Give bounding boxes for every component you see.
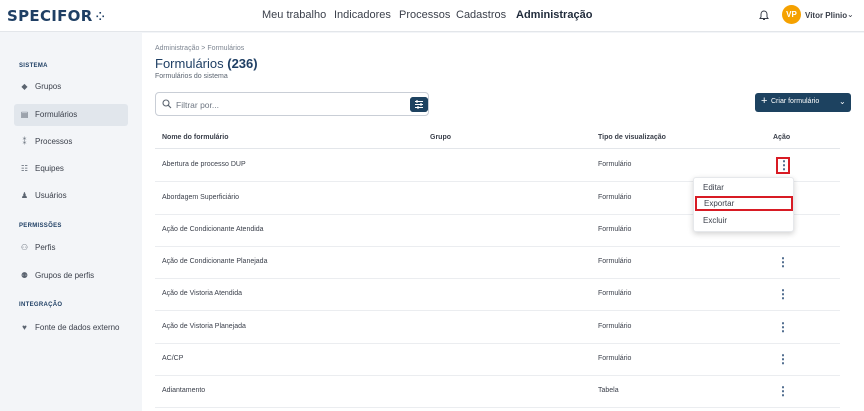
nav-cadastros[interactable]: Cadastros — [456, 9, 506, 21]
sidebar-item-label: Grupos — [35, 82, 62, 91]
form-name: Abertura de processo DUP — [162, 161, 246, 168]
sidebar-item-fonte-de-dados-externo[interactable]: ♥ Fonte de dados externo — [14, 317, 128, 339]
more-actions-icon[interactable]: ⋮ — [776, 351, 790, 368]
menu-item-excluir[interactable]: Excluir — [695, 213, 793, 228]
sidebar-section-sistema: SISTEMA — [19, 63, 48, 69]
form-name: Ação de Condicionante Atendida — [162, 226, 264, 233]
plus-icon: + — [761, 95, 768, 107]
form-name: Abordagem Superficiário — [162, 194, 240, 201]
menu-item-editar[interactable]: Editar — [695, 180, 793, 195]
table-row[interactable]: AC/CP Formulário ⋮ — [155, 343, 840, 376]
filter-icon[interactable] — [410, 97, 428, 112]
col-grupo[interactable]: Grupo — [430, 134, 451, 141]
nav-administracao[interactable]: Administração — [516, 9, 592, 21]
menu-item-label: Excluir — [703, 216, 728, 225]
page-title-count: (236) — [227, 56, 258, 71]
menu-item-exportar[interactable]: Exportar — [695, 196, 793, 211]
sidebar-item-label: Perfis — [35, 243, 56, 252]
more-actions-icon[interactable]: ⋮ — [776, 254, 790, 271]
more-actions-icon[interactable]: ⋮ — [776, 319, 790, 336]
chevron-down-icon: ⌄ — [839, 97, 846, 106]
breadcrumb: Administração > Formulários — [155, 45, 245, 52]
col-tipo[interactable]: Tipo de visualização — [598, 134, 666, 141]
menu-item-label: Exportar — [704, 199, 735, 208]
table-row[interactable]: Ação de Condicionante Planejada Formulár… — [155, 246, 840, 279]
profile-icon: ⚇ — [20, 243, 29, 252]
more-actions-icon[interactable]: ⋮ — [776, 383, 790, 400]
sidebar-item-label: Equipes — [35, 164, 64, 173]
sidebar-item-formularios[interactable]: ▤ Formulários — [14, 104, 128, 126]
sidebar-item-grupos-de-perfis[interactable]: ⚉ Grupos de perfis — [14, 265, 128, 287]
sidebar-section-integracao: INTEGRAÇÃO — [19, 302, 63, 308]
bell-icon[interactable] — [759, 10, 769, 21]
create-form-label: Criar formulário — [771, 98, 820, 105]
menu-item-label: Editar — [703, 183, 724, 192]
form-type: Formulário — [598, 355, 632, 362]
table-row[interactable]: Adiantamento Tabela ⋮ — [155, 375, 840, 408]
form-type: Formulário — [598, 258, 632, 265]
form-name: Ação de Vistoria Planejada — [162, 323, 246, 330]
form-type: Formulário — [598, 226, 632, 233]
sidebar-section-permissoes: PERMISSÕES — [19, 223, 62, 229]
col-nome[interactable]: Nome do formulário — [162, 134, 229, 141]
search-icon — [162, 99, 172, 109]
form-type: Tabela — [598, 387, 619, 394]
form-name: AC/CP — [162, 355, 184, 362]
sidebar: SISTEMA ◆ Grupos ▤ Formulários ⁑ Process… — [0, 33, 141, 411]
profile-group-icon: ⚉ — [20, 271, 29, 280]
row-actions-menu: Editar Exportar Excluir — [693, 177, 794, 232]
sidebar-item-label: Fonte de dados externo — [35, 323, 120, 332]
sidebar-item-usuarios[interactable]: ♟ Usuários — [14, 185, 128, 207]
page-title: Formulários (236) — [155, 56, 258, 71]
form-type: Formulário — [598, 290, 632, 297]
sidebar-item-label: Grupos de perfis — [35, 271, 95, 280]
main-nav: Meu trabalho Indicadores Processos Cadas… — [0, 9, 864, 25]
user-icon: ♟ — [20, 191, 29, 200]
more-actions-icon[interactable]: ⋮ — [776, 286, 790, 303]
sidebar-item-label: Processos — [35, 137, 73, 146]
page-title-text: Formulários — [155, 56, 224, 71]
clipboard-icon: ▤ — [20, 110, 29, 119]
flow-icon: ⁑ — [22, 137, 27, 146]
nav-indicadores[interactable]: Indicadores — [334, 9, 391, 21]
user-avatar[interactable]: VP — [782, 5, 801, 24]
nav-meu-trabalho[interactable]: Meu trabalho — [262, 9, 326, 21]
user-name[interactable]: Vitor Plinio — [805, 11, 847, 20]
tag-icon: ◆ — [21, 82, 28, 91]
chevron-down-icon[interactable]: ⌄ — [847, 10, 854, 19]
create-form-button[interactable]: + Criar formulário ⌄ — [755, 93, 851, 112]
team-icon: ☷ — [20, 164, 29, 173]
plug-icon: ♥ — [22, 323, 27, 332]
sidebar-item-label: Formulários — [35, 110, 78, 119]
form-name: Ação de Vistoria Atendida — [162, 290, 243, 297]
sidebar-item-perfis[interactable]: ⚇ Perfis — [14, 237, 128, 259]
sidebar-item-processos[interactable]: ⁑ Processos — [14, 131, 128, 153]
form-name: Ação de Condicionante Planejada — [162, 258, 268, 265]
sidebar-item-label: Usuários — [35, 191, 67, 200]
page-subtitle: Formulários do sistema — [155, 73, 228, 80]
table-header: Nome do formulário Grupo Tipo de visuali… — [155, 130, 840, 149]
top-bar: SPECIFOR ⁘ Meu trabalho Indicadores Proce… — [0, 0, 864, 32]
sidebar-item-grupos[interactable]: ◆ Grupos — [14, 76, 128, 98]
more-actions-icon[interactable]: ⋮ — [776, 157, 790, 174]
col-acao: Ação — [773, 134, 791, 141]
search-input[interactable]: Filtrar por... — [155, 92, 429, 116]
nav-processos[interactable]: Processos — [399, 9, 450, 21]
form-name: Adiantamento — [162, 387, 206, 394]
table-row[interactable]: Ação de Vistoria Planejada Formulário ⋮ — [155, 311, 840, 344]
form-type: Formulário — [598, 161, 632, 168]
form-type: Formulário — [598, 323, 632, 330]
form-type: Formulário — [598, 194, 632, 201]
search-placeholder: Filtrar por... — [176, 100, 219, 110]
sidebar-item-equipes[interactable]: ☷ Equipes — [14, 158, 128, 180]
table-row[interactable]: Ação de Vistoria Atendida Formulário ⋮ — [155, 278, 840, 311]
